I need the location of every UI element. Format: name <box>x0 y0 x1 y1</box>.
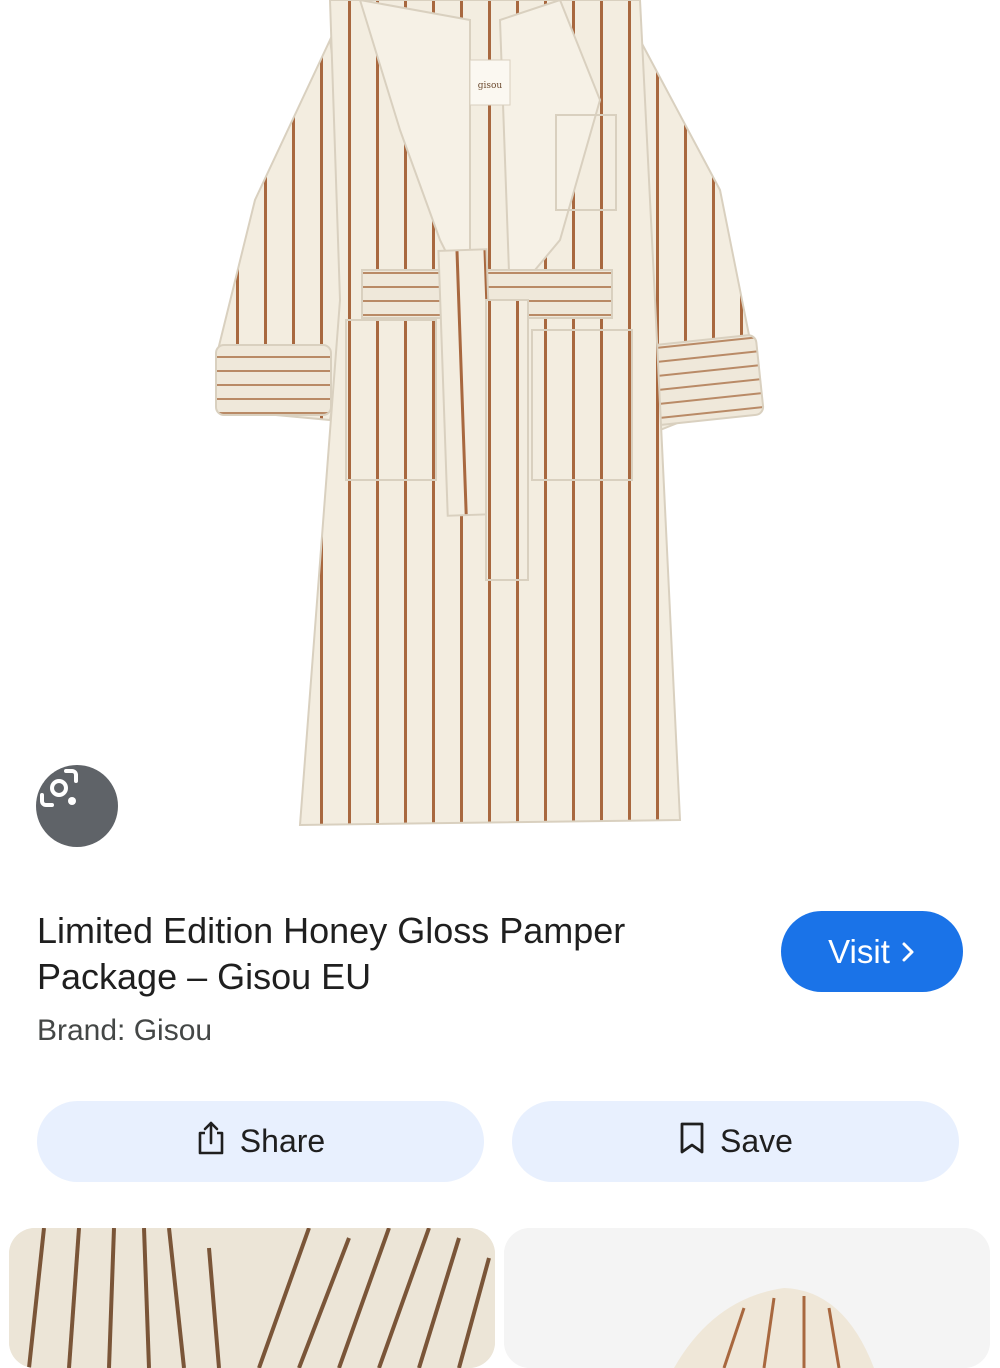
google-lens-icon <box>40 769 78 807</box>
bookmark-icon <box>678 1121 706 1163</box>
bathrobe-illustration: gisou <box>215 0 765 827</box>
related-result-thumbnail[interactable] <box>504 1228 990 1368</box>
chevron-right-icon <box>900 941 916 963</box>
visit-button[interactable]: Visit <box>781 911 963 992</box>
save-label: Save <box>720 1123 793 1159</box>
google-lens-button[interactable] <box>36 765 118 847</box>
related-result-thumbnail[interactable] <box>9 1228 495 1368</box>
inner-label-text: gisou <box>478 81 503 91</box>
share-icon <box>196 1120 226 1164</box>
visit-label: Visit <box>828 932 890 970</box>
product-image[interactable]: gisou <box>0 0 1000 860</box>
share-label: Share <box>239 1123 326 1159</box>
result-title[interactable]: Limited Edition Honey Gloss Pamper Packa… <box>37 908 717 1000</box>
brand-text: Brand: Gisou <box>37 1014 213 1047</box>
share-button[interactable]: Share <box>37 1101 484 1182</box>
save-button[interactable]: Save <box>512 1101 959 1182</box>
